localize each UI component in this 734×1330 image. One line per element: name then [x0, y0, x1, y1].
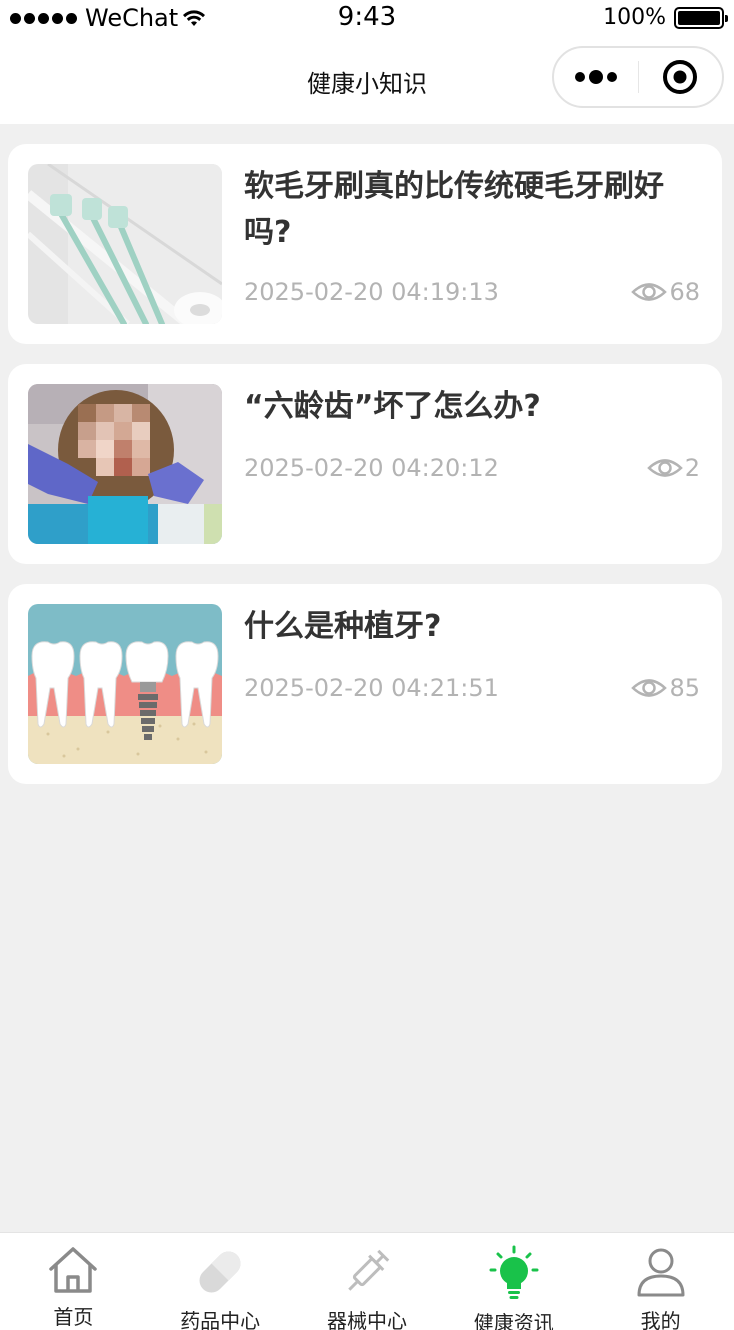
article-card[interactable]: “六龄齿”坏了怎么办? 2025-02-20 04:20:12 2 — [8, 364, 722, 564]
article-title: 什么是种植牙? — [244, 609, 442, 644]
mini-program-capsule — [552, 46, 724, 108]
eye-icon — [631, 679, 668, 697]
article-card[interactable]: 什么是种植牙? 2025-02-20 04:21:51 85 — [8, 584, 722, 784]
tab-label: 器械中心 — [326, 1309, 407, 1330]
bottom-tab-bar: 首页 药品中心 器械中心 健康资讯 我的 — [0, 1232, 734, 1330]
home-icon — [49, 1247, 98, 1293]
tab-home[interactable]: 首页 — [0, 1233, 147, 1330]
more-dot-icon — [588, 70, 603, 84]
tab-label: 我的 — [640, 1309, 681, 1330]
article-view-count: 2 — [684, 454, 700, 482]
article-views: 68 — [631, 278, 700, 306]
close-mini-program-button[interactable] — [638, 48, 722, 106]
article-title: 软毛牙刷真的比传统硬毛牙刷好吗? — [244, 169, 664, 250]
status-right: 100% — [603, 5, 728, 30]
navigation-bar: 健康小知识 — [0, 38, 734, 124]
tab-label: 药品中心 — [180, 1309, 261, 1330]
syringe-icon — [348, 1249, 390, 1291]
article-date: 2025-02-20 04:20:12 — [244, 454, 499, 482]
article-card[interactable]: 软毛牙刷真的比传统硬毛牙刷好吗? 2025-02-20 04:19:13 68 — [8, 144, 722, 344]
article-date: 2025-02-20 04:19:13 — [244, 278, 499, 306]
tab-profile[interactable]: 我的 — [587, 1233, 734, 1330]
tab-equipment[interactable]: 器械中心 — [294, 1233, 441, 1330]
article-thumbnail-dental-implant — [28, 604, 222, 764]
article-view-count: 85 — [669, 674, 700, 702]
more-menu-button[interactable] — [554, 48, 638, 106]
article-title: “六龄齿”坏了怎么办? — [244, 389, 541, 424]
tab-label: 健康资讯 — [473, 1311, 554, 1330]
lightbulb-icon — [489, 1245, 539, 1299]
user-icon — [637, 1248, 685, 1297]
eye-icon — [631, 283, 668, 301]
article-date: 2025-02-20 04:21:51 — [244, 674, 499, 702]
article-thumbnail-child-dental — [28, 384, 222, 544]
article-views: 85 — [631, 674, 700, 702]
tab-health-news[interactable]: 健康资讯 — [440, 1233, 587, 1330]
article-view-count: 68 — [669, 278, 700, 306]
more-dot-icon — [574, 72, 585, 82]
pill-icon — [199, 1251, 241, 1293]
article-list: 软毛牙刷真的比传统硬毛牙刷好吗? 2025-02-20 04:19:13 68 — [8, 144, 722, 804]
battery-percent: 100% — [603, 5, 666, 30]
tab-label: 首页 — [53, 1305, 94, 1329]
article-thumbnail-toothbrushes — [28, 164, 222, 324]
article-views: 2 — [646, 454, 700, 482]
eye-icon — [646, 459, 683, 477]
battery-icon — [674, 6, 728, 29]
target-close-icon — [663, 60, 698, 94]
tab-medicine[interactable]: 药品中心 — [147, 1233, 294, 1330]
status-bar: WeChat 9:43 100% — [0, 0, 734, 38]
more-dot-icon — [606, 72, 617, 82]
